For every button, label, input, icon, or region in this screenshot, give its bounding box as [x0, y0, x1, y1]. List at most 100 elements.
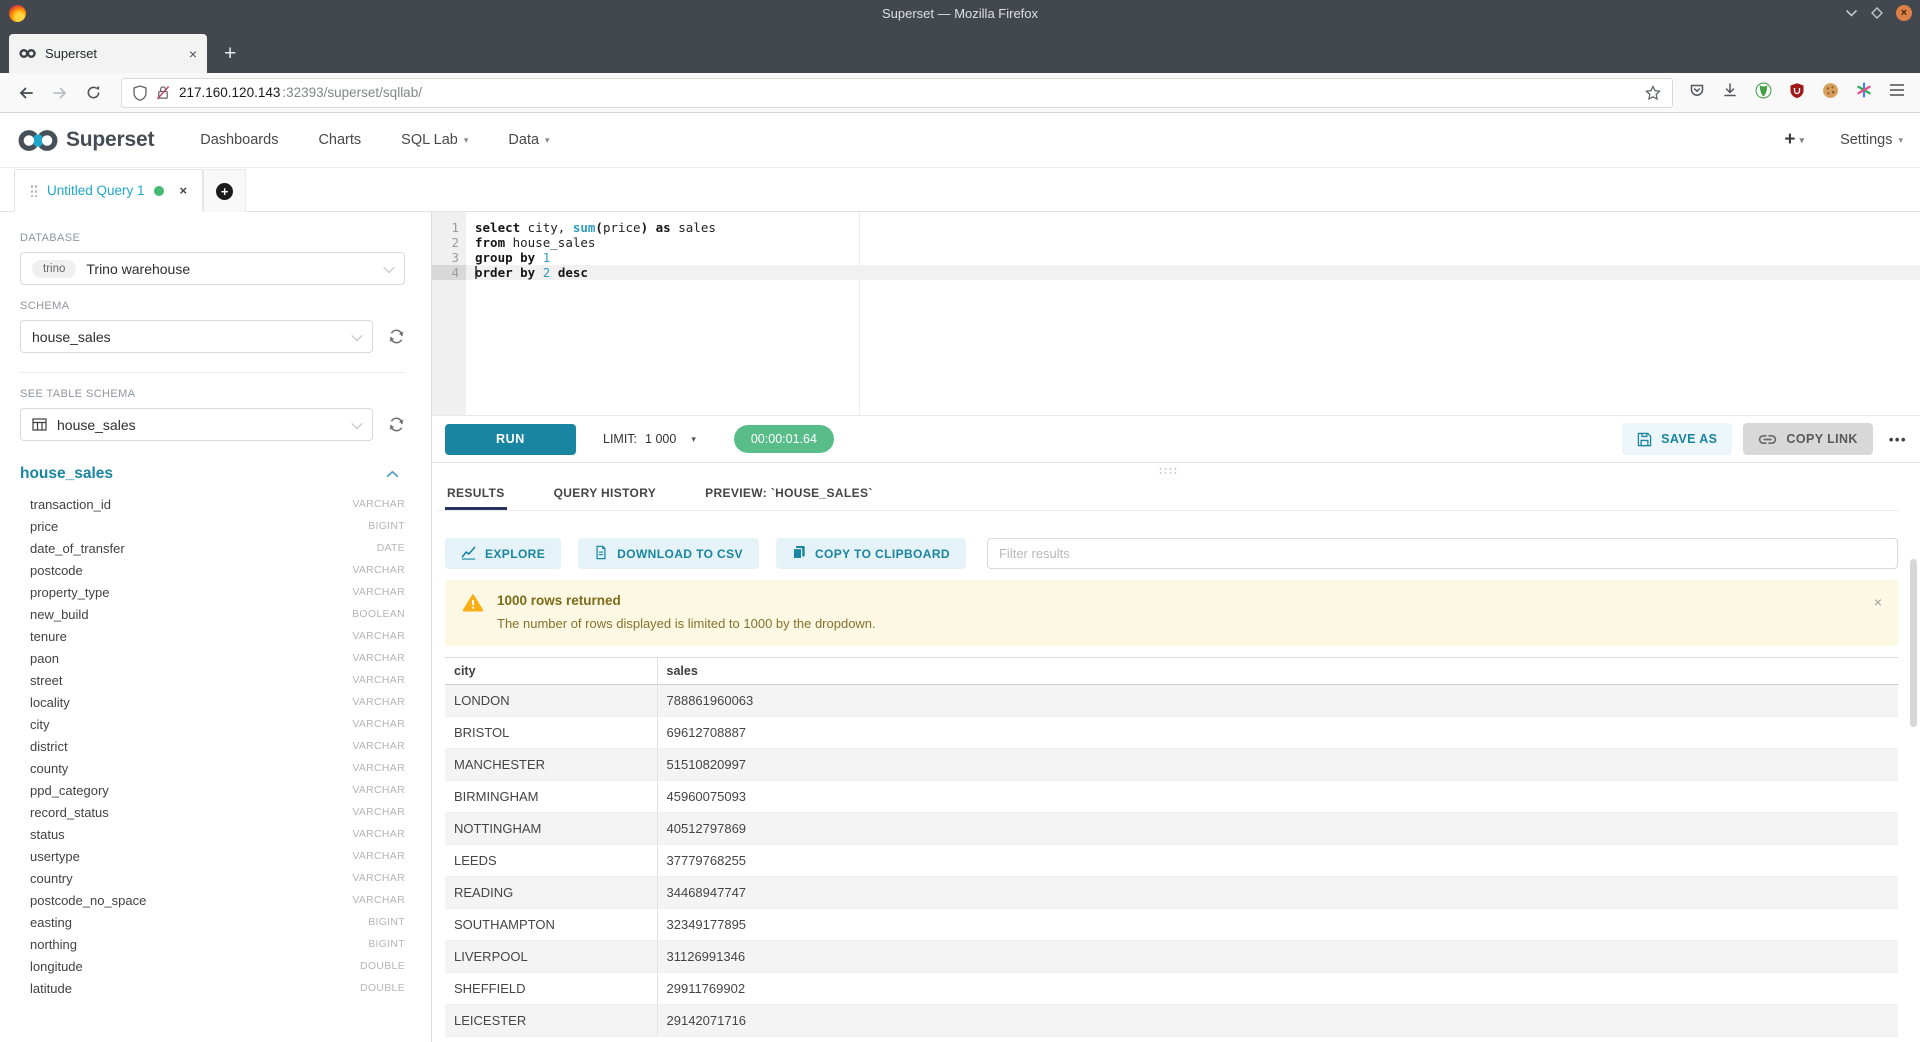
ublock-icon[interactable]	[1789, 82, 1805, 104]
refresh-schema-button[interactable]	[388, 328, 405, 345]
results-tab[interactable]: RESULTS	[445, 477, 507, 510]
save-as-button[interactable]: SAVE AS	[1622, 423, 1732, 455]
table-row: BRISTOL 69612708887	[445, 717, 1898, 749]
limit-dropdown[interactable]: LIMIT: 1 000 ▾	[603, 432, 696, 446]
action-button[interactable]: DOWNLOAD TO CSV	[578, 538, 759, 569]
line-number: 3	[432, 250, 466, 265]
schema-select[interactable]: house_sales	[20, 320, 373, 353]
filter-results-input[interactable]	[987, 538, 1898, 569]
resize-handle-icon[interactable]	[1158, 467, 1177, 476]
browser-tab[interactable]: Superset ×	[9, 34, 207, 73]
chevron-down-icon	[383, 261, 394, 272]
sql-line[interactable]: 2from house_sales	[432, 235, 1920, 250]
tab-close-icon[interactable]: ×	[189, 47, 197, 61]
hamburger-menu-icon[interactable]	[1889, 83, 1905, 102]
chart-line-icon	[461, 545, 476, 560]
table-select[interactable]: house_sales	[20, 408, 373, 441]
bookmark-star-icon[interactable]	[1645, 85, 1661, 101]
line-number: 4	[432, 265, 466, 280]
column-header-sales[interactable]: sales	[657, 658, 1898, 685]
table-row: BIRMINGHAM 45960075093	[445, 781, 1898, 813]
table-row: LONDON 788861960063	[445, 685, 1898, 717]
action-button[interactable]: EXPLORE	[445, 538, 561, 569]
query-tab-close-icon[interactable]: ×	[180, 183, 188, 198]
sqllab-sidebar: DATABASE trino Trino warehouse SCHEMA ho…	[0, 212, 432, 1042]
app-nav-item[interactable]: Data▾	[508, 132, 549, 148]
back-icon[interactable]	[18, 85, 34, 101]
results-tab[interactable]: PREVIEW: `HOUSE_SALES`	[703, 477, 875, 510]
insecure-lock-icon[interactable]	[156, 85, 170, 100]
column-name: longitude	[30, 959, 360, 974]
app-nav-item-label: Data	[508, 132, 539, 148]
download-icon[interactable]	[1722, 82, 1738, 103]
sql-token: 1	[543, 250, 551, 265]
column-row: city VARCHAR	[20, 713, 405, 735]
extension-asterisk-icon[interactable]	[1856, 82, 1872, 103]
forward-icon[interactable]	[52, 85, 68, 101]
drag-handle-icon[interactable]	[30, 184, 38, 197]
sql-line[interactable]: 1select city, sum(price) as sales	[432, 220, 1920, 235]
brand[interactable]: Superset	[17, 127, 154, 154]
minimize-icon[interactable]	[1845, 9, 1858, 17]
new-tab-icon[interactable]: +	[224, 43, 236, 64]
browser-tab-title: Superset	[45, 46, 181, 61]
reload-icon[interactable]	[86, 85, 101, 100]
column-row: latitude DOUBLE	[20, 977, 405, 999]
app-nav-item[interactable]: Charts	[318, 132, 361, 148]
cell-city: MANCHESTER	[445, 749, 657, 781]
action-button[interactable]: COPY TO CLIPBOARD	[776, 538, 966, 569]
collapse-chevron-up-icon[interactable]	[386, 470, 399, 478]
close-window-icon[interactable]: ×	[1896, 5, 1912, 21]
results-tab[interactable]: QUERY HISTORY	[552, 477, 659, 510]
brand-name: Superset	[66, 128, 154, 152]
sql-token: order by	[475, 265, 535, 280]
table-icon	[32, 418, 47, 431]
sql-line[interactable]: 4order by 2 desc	[432, 265, 1920, 280]
table-name[interactable]: house_sales	[20, 465, 386, 483]
alert-message: The number of rows displayed is limited …	[497, 616, 876, 631]
add-new-button[interactable]: +▾	[1784, 129, 1804, 151]
table-row: NOTTINGHAM 40512797869	[445, 813, 1898, 845]
privacy-badger-icon[interactable]	[1755, 82, 1772, 104]
app-nav-item[interactable]: Dashboards	[200, 132, 278, 148]
results-scrollbar[interactable]	[1910, 559, 1917, 727]
column-row: new_build BOOLEAN	[20, 603, 405, 625]
refresh-table-button[interactable]	[388, 416, 405, 433]
settings-menu[interactable]: Settings▾	[1840, 132, 1903, 148]
run-button[interactable]: RUN	[445, 424, 576, 455]
cookie-icon[interactable]	[1822, 82, 1839, 104]
sql-editor[interactable]: 1select city, sum(price) as sales2from h…	[432, 212, 1920, 415]
sql-token: (	[595, 220, 603, 235]
cell-city: LIVERPOOL	[445, 941, 657, 973]
app-nav-item-label: Charts	[318, 132, 361, 148]
column-name: county	[30, 761, 352, 776]
column-header-city[interactable]: city	[445, 658, 657, 685]
query-tab-title: Untitled Query 1	[47, 183, 145, 198]
column-row: locality VARCHAR	[20, 691, 405, 713]
app-nav-item[interactable]: SQL Lab▾	[401, 132, 468, 148]
pocket-icon[interactable]	[1689, 82, 1705, 103]
column-name: record_status	[30, 805, 352, 820]
column-type: VARCHAR	[352, 828, 405, 840]
add-query-tab[interactable]: +	[203, 169, 246, 212]
database-select[interactable]: trino Trino warehouse	[20, 252, 405, 285]
sql-line[interactable]: 3 group by 1	[432, 250, 1920, 265]
column-name: postcode	[30, 563, 352, 578]
url-bar[interactable]: 217.160.120.143 :32393/superset/sqllab/	[121, 78, 1673, 108]
column-name: city	[30, 717, 352, 732]
query-tab[interactable]: Untitled Query 1 ×	[14, 169, 203, 212]
column-type: BIGINT	[368, 938, 405, 950]
column-type: VARCHAR	[352, 696, 405, 708]
caret-down-icon: ▾	[691, 434, 696, 445]
copy-link-button[interactable]: COPY LINK	[1743, 423, 1872, 455]
maximize-icon[interactable]	[1871, 7, 1883, 19]
column-type: VARCHAR	[352, 674, 405, 686]
sql-token: from	[475, 235, 505, 250]
more-actions-icon[interactable]: •••	[1889, 432, 1907, 447]
sql-token: group by	[475, 250, 535, 265]
shield-icon[interactable]	[133, 85, 147, 101]
sql-token: desc	[558, 265, 588, 280]
column-name: postcode_no_space	[30, 893, 352, 908]
alert-close-icon[interactable]: ×	[1874, 595, 1882, 609]
column-name: usertype	[30, 849, 352, 864]
